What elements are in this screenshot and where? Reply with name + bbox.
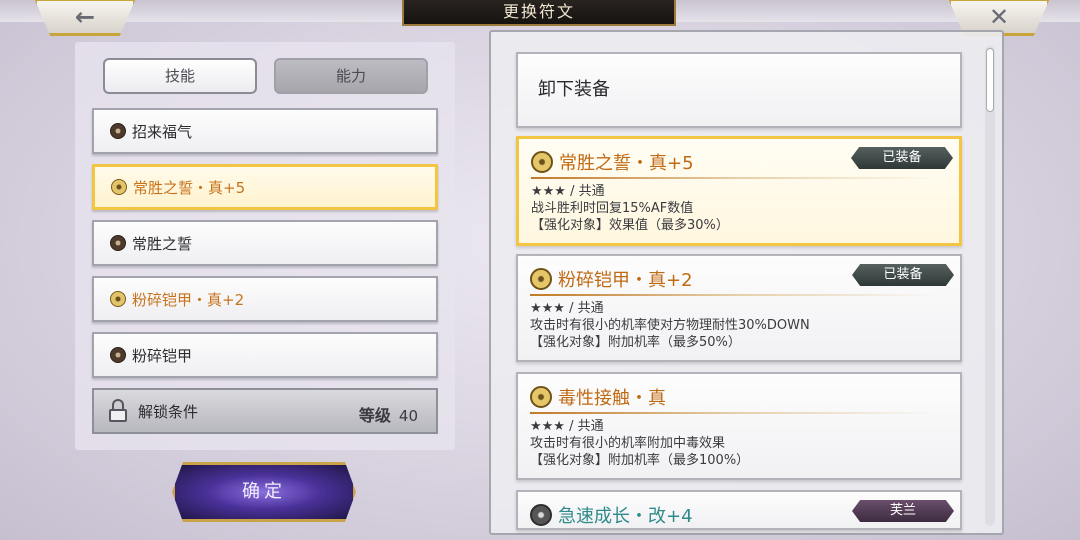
rune-name: 急速成长・改+4 [558, 506, 693, 527]
rune-slot-selected[interactable]: 常胜之誓・真+5 [92, 164, 438, 210]
rune-slot[interactable]: 粉碎铠甲・真+2 [92, 276, 438, 322]
rarity-stars: ★★★ [530, 419, 565, 434]
rune-description: ★★★ / 共通 攻击时有很小的机率使对方物理耐性30%DOWN 【强化对象】附… [530, 300, 810, 351]
back-button[interactable]: ← [34, 0, 136, 36]
rarity-stars: ★★★ [531, 184, 566, 199]
lock-icon [108, 399, 128, 423]
rune-card-selected[interactable]: 常胜之誓・真+5 已装备 ★★★ / 共通 战斗胜利时回复15%AF数值 【强化… [516, 136, 962, 246]
rune-card-title: 粉碎铠甲・真+2 [530, 266, 693, 292]
tab-ability[interactable]: 能力 [274, 58, 428, 94]
rune-slot-label: 粉碎铠甲 [132, 346, 193, 365]
rune-icon [530, 504, 552, 526]
back-arrow-icon: ← [74, 3, 96, 31]
equipped-badge: 已装备 [851, 147, 953, 169]
tab-skill[interactable]: 技能 [103, 58, 257, 94]
rune-slot[interactable]: 招来福气 [92, 108, 438, 154]
divider [531, 177, 941, 179]
close-icon: ✕ [988, 3, 1010, 31]
rune-target: 【强化对象】效果值（最多30%） [531, 218, 729, 233]
rune-type: / 共通 [570, 184, 605, 199]
rune-type: / 共通 [569, 301, 604, 316]
rune-icon [110, 347, 126, 363]
rune-icon [110, 291, 126, 307]
unlock-condition-label: 解锁条件 [138, 402, 199, 421]
scroll-thumb[interactable] [986, 48, 994, 112]
rune-slot-label: 常胜之誓・真+5 [133, 178, 246, 197]
rune-icon [530, 268, 552, 290]
page-title: 更换符文 [402, 0, 676, 26]
divider [530, 294, 940, 296]
confirm-button[interactable]: 确定 [172, 462, 356, 522]
rune-slot-label: 招来福气 [132, 122, 193, 141]
rune-icon [110, 235, 126, 251]
rarity-stars: ★★★ [530, 301, 565, 316]
rune-card[interactable]: 急速成长・改+4 芙兰 [516, 490, 962, 530]
rune-icon [110, 123, 126, 139]
rune-card-title: 常胜之誓・真+5 [531, 149, 694, 175]
rune-type: / 共通 [569, 419, 604, 434]
rune-effect: 战斗胜利时回复15%AF数值 [531, 201, 694, 216]
rune-target: 【强化对象】附加机率（最多50%） [530, 335, 741, 350]
rune-icon [530, 386, 552, 408]
rune-card[interactable]: 毒性接触・真 ★★★ / 共通 攻击时有很小的机率附加中毒效果 【强化对象】附加… [516, 372, 962, 480]
level-value: 40 [398, 407, 418, 425]
rune-icon [531, 151, 553, 173]
locked-slot: 解锁条件 等级 40 [92, 388, 438, 434]
scrollbar[interactable] [985, 46, 995, 526]
rune-description: ★★★ / 共通 战斗胜利时回复15%AF数值 【强化对象】效果值（最多30%） [531, 183, 729, 234]
rune-slot-label: 粉碎铠甲・真+2 [132, 290, 245, 309]
unequip-button[interactable]: 卸下装备 [516, 52, 962, 128]
divider [530, 412, 940, 414]
rune-slot-label: 常胜之誓 [132, 234, 193, 253]
equipped-badge: 已装备 [852, 264, 954, 286]
rune-card[interactable]: 粉碎铠甲・真+2 已装备 ★★★ / 共通 攻击时有很小的机率使对方物理耐性30… [516, 254, 962, 362]
rune-card-title: 急速成长・改+4 [530, 502, 693, 528]
rune-card-title: 毒性接触・真 [530, 384, 666, 410]
rune-name: 毒性接触・真 [558, 388, 666, 409]
rune-slot[interactable]: 常胜之誓 [92, 220, 438, 266]
rune-effect: 攻击时有很小的机率附加中毒效果 [530, 436, 726, 451]
level-label: 等级 [358, 406, 391, 425]
rune-target: 【强化对象】附加机率（最多100%） [530, 453, 750, 468]
rune-slot[interactable]: 粉碎铠甲 [92, 332, 438, 378]
rune-description: ★★★ / 共通 攻击时有很小的机率附加中毒效果 【强化对象】附加机率（最多10… [530, 418, 749, 469]
unlock-level: 等级 40 [359, 402, 418, 426]
character-badge: 芙兰 [852, 500, 954, 522]
rune-name: 粉碎铠甲・真+2 [558, 270, 693, 291]
rune-icon [111, 179, 127, 195]
rune-name: 常胜之誓・真+5 [559, 153, 694, 174]
rune-effect: 攻击时有很小的机率使对方物理耐性30%DOWN [530, 318, 810, 333]
